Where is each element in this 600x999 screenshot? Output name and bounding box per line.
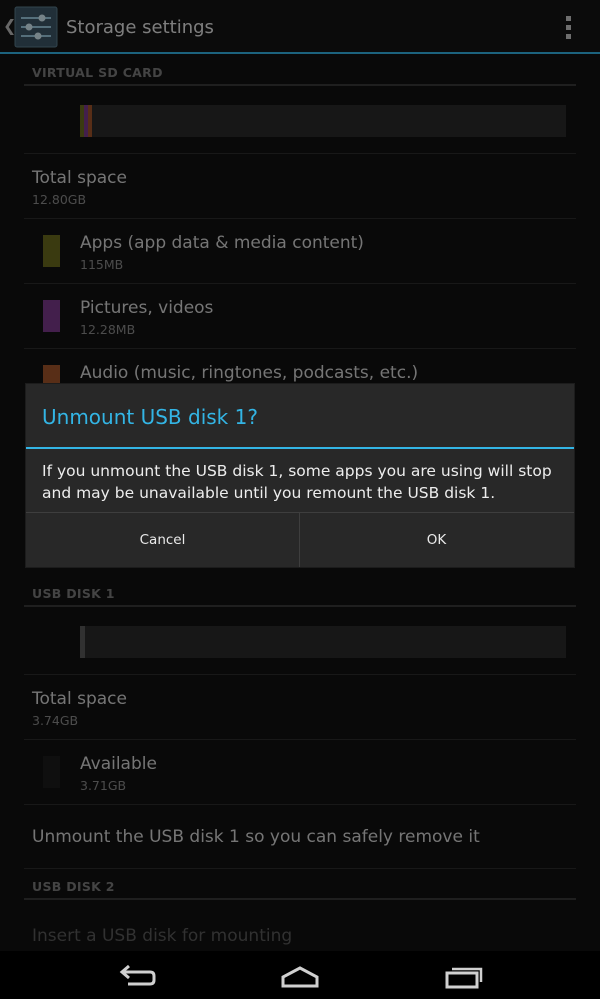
dialog-button-bar: Cancel OK (26, 512, 574, 567)
home-icon[interactable] (260, 955, 340, 995)
dialog-title-divider (26, 447, 574, 449)
back-icon[interactable] (98, 955, 178, 995)
dialog-title: Unmount USB disk 1? (42, 405, 258, 429)
navigation-bar (0, 951, 600, 999)
ok-button[interactable]: OK (300, 513, 573, 567)
cancel-button[interactable]: Cancel (26, 513, 299, 567)
unmount-dialog: Unmount USB disk 1? If you unmount the U… (26, 384, 574, 567)
screen: ❮ Storage settings VIRTUAL SD CARD Total… (0, 0, 600, 999)
dialog-message: If you unmount the USB disk 1, some apps… (42, 462, 552, 502)
recent-apps-icon[interactable] (424, 955, 504, 995)
